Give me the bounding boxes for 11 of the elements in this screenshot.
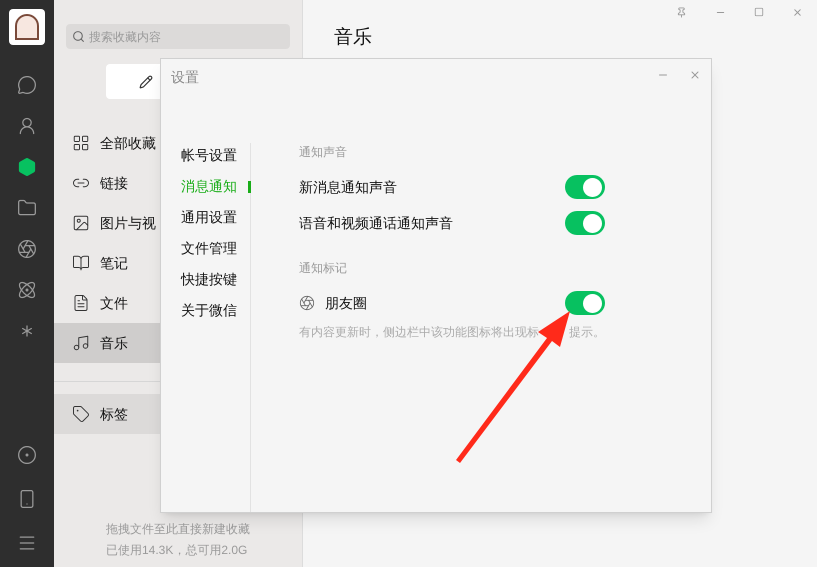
dialog-title: 设置 — [171, 68, 199, 87]
section-heading: 通知声音 — [299, 144, 348, 161]
option-label: 语音和视频通话通知声音 — [299, 214, 453, 232]
option-label: 朋友圈 — [325, 294, 367, 312]
section-heading: 通知标记 — [299, 260, 348, 277]
content-title: 音乐 — [334, 26, 373, 50]
storage-note: 拖拽文件至此直接新建收藏 — [106, 521, 251, 538]
option-label: 新消息通知声音 — [299, 178, 397, 196]
option-hint: 有内容更新时，侧边栏中该功能图标将出现标 — [299, 324, 539, 341]
storage-note: 已使用14.3K，总可用2.0G — [106, 542, 248, 559]
option-hint: 提示。 — [569, 324, 605, 341]
